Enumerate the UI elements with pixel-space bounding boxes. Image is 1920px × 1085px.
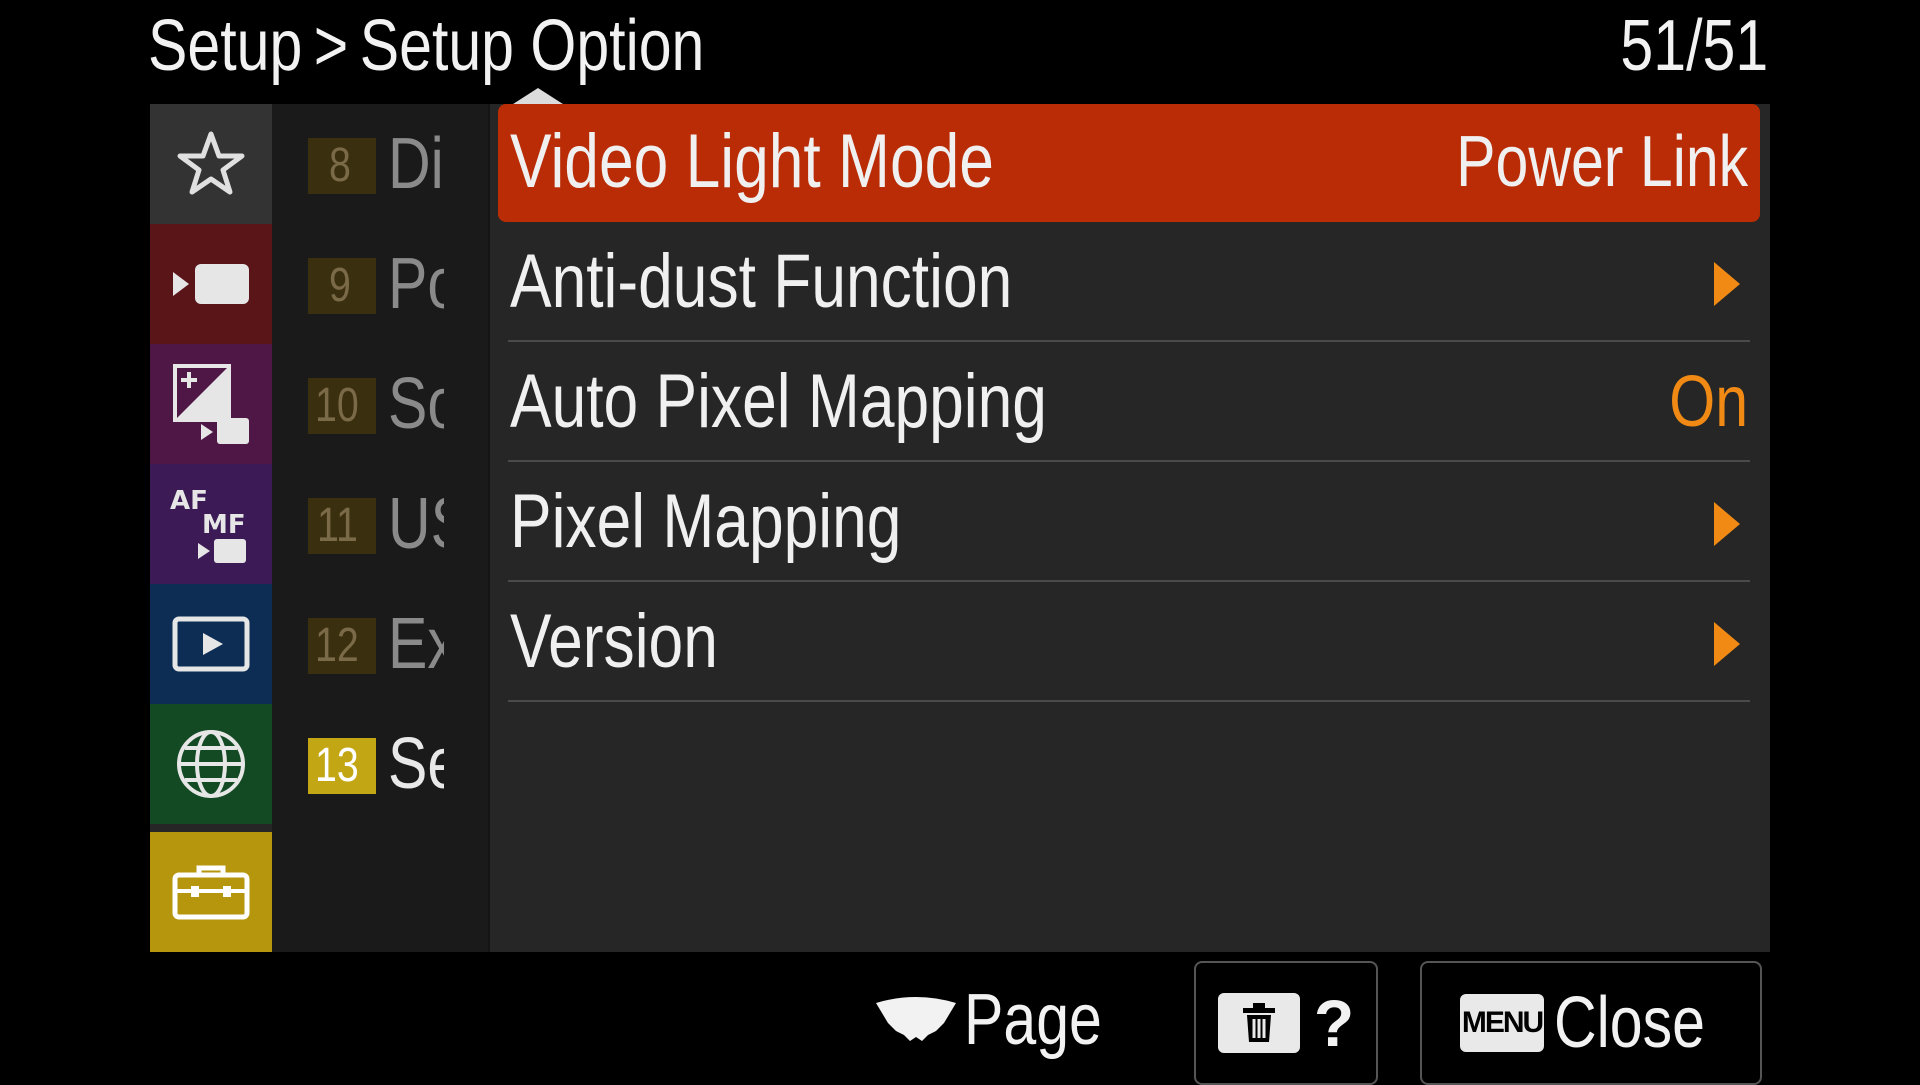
menu-item-video-light-mode[interactable]: Video Light Mode Power Link xyxy=(498,104,1760,222)
svg-text:MF: MF xyxy=(202,510,246,540)
page-number: 13 xyxy=(308,738,376,794)
page-number-text: 9 xyxy=(328,259,351,312)
trash-icon xyxy=(1242,1003,1275,1042)
page-label: Page xyxy=(964,980,1132,1060)
page-label-text: Page xyxy=(964,980,1102,1060)
breadcrumb: Setup > Setup Option xyxy=(148,6,827,86)
control-wheel-icon xyxy=(876,997,956,1041)
star-icon xyxy=(177,131,245,195)
tab-focus[interactable]: AF MF xyxy=(150,464,272,584)
item-value: On xyxy=(1652,362,1748,442)
footer: Page ? MENU Close xyxy=(0,955,1920,1085)
page-name: Ex xyxy=(388,608,444,680)
page-name: Po xyxy=(388,248,444,320)
row-divider xyxy=(508,580,1750,582)
page-number: 9 xyxy=(308,258,376,314)
item-label-text: Anti-dust Function xyxy=(510,239,1013,324)
breadcrumb-separator: > xyxy=(313,6,349,86)
chevron-right-icon xyxy=(1714,262,1740,306)
tab-movie-shooting[interactable] xyxy=(150,224,272,344)
toolbox-icon xyxy=(172,865,250,920)
tab-exposure-color[interactable] xyxy=(150,344,272,464)
menu-item-auto-pixel-mapping[interactable]: Auto Pixel Mapping On xyxy=(498,344,1760,462)
page-item-13[interactable]: 13 Se xyxy=(272,704,490,824)
page-number-text: 12 xyxy=(315,619,360,672)
breadcrumb-current: Setup Option xyxy=(359,6,705,86)
item-label: Pixel Mapping xyxy=(510,482,987,562)
item-label-text: Pixel Mapping xyxy=(510,479,902,564)
menu-item-anti-dust-function[interactable]: Anti-dust Function xyxy=(498,224,1760,342)
playback-icon xyxy=(172,616,250,672)
divider xyxy=(488,104,490,952)
close-label-text: Close xyxy=(1554,983,1705,1063)
item-label-text: Version xyxy=(510,599,718,684)
page-name-text: So xyxy=(388,368,444,440)
page-number-text: 8 xyxy=(328,139,351,192)
chevron-right-icon xyxy=(1714,622,1740,666)
page-item-8[interactable]: 8 Di xyxy=(272,104,490,224)
exposure-movie-icon xyxy=(173,364,249,444)
page-name-text: US xyxy=(388,488,444,560)
page-name-text: Po xyxy=(388,248,444,320)
page-list: 8 Di 9 Po 10 So 11 US 12 Ex 13 Se xyxy=(272,104,490,952)
page-counter-text: 51/51 xyxy=(1620,6,1768,86)
breadcrumb-parent: Setup xyxy=(148,6,303,86)
page-item-11[interactable]: 11 US xyxy=(272,464,490,584)
delete-help-button[interactable]: ? xyxy=(1194,961,1378,1085)
network-globe-icon xyxy=(177,730,245,798)
menu-key: MENU xyxy=(1460,994,1544,1052)
close-label: Close xyxy=(1554,983,1738,1063)
page-name: Di xyxy=(388,128,444,200)
page-name-text: Se xyxy=(388,728,444,800)
header: Setup > Setup Option 51/51 xyxy=(148,0,1768,106)
category-tabs: AF MF xyxy=(150,104,272,952)
trash-key xyxy=(1217,993,1300,1053)
tab-playback[interactable] xyxy=(150,584,272,704)
page-counter: 51/51 xyxy=(1588,6,1768,86)
page-item-12[interactable]: 12 Ex xyxy=(272,584,490,704)
item-label-text: Video Light Mode xyxy=(510,119,994,204)
tab-favorites[interactable] xyxy=(150,104,272,224)
item-value-text: On xyxy=(1669,362,1748,442)
page-number: 10 xyxy=(308,378,376,434)
row-divider xyxy=(508,700,1750,702)
page-number: 11 xyxy=(308,498,376,554)
row-divider xyxy=(508,340,1750,342)
menu-item-version[interactable]: Version xyxy=(498,584,1760,702)
movie-camera-icon xyxy=(173,264,249,304)
item-label: Auto Pixel Mapping xyxy=(510,362,1165,442)
help-icon: ? xyxy=(1313,986,1355,1060)
item-value-text: Power Link xyxy=(1455,122,1748,202)
page-name: US xyxy=(388,488,444,560)
page-item-9[interactable]: 9 Po xyxy=(272,224,490,344)
tab-network[interactable] xyxy=(150,704,272,824)
close-button[interactable]: MENU Close xyxy=(1420,961,1762,1085)
page-name: So xyxy=(388,368,444,440)
page-number: 8 xyxy=(308,138,376,194)
chevron-right-icon xyxy=(1714,502,1740,546)
page-number-text: 11 xyxy=(317,499,358,552)
page-name: Se xyxy=(388,728,444,800)
row-divider xyxy=(508,460,1750,462)
page-name-text: Ex xyxy=(388,608,444,680)
page-item-10[interactable]: 10 So xyxy=(272,344,490,464)
item-value: Power Link xyxy=(1392,122,1748,202)
menu-panel: AF MF 8 Di 9 P 10 S 11 U 12 E 13 S Video… xyxy=(150,104,1770,952)
page-number: 12 xyxy=(308,618,376,674)
item-label: Video Light Mode xyxy=(510,122,1100,202)
af-mf-movie-icon: AF MF xyxy=(170,486,246,563)
menu-item-pixel-mapping[interactable]: Pixel Mapping xyxy=(498,464,1760,582)
item-label-text: Auto Pixel Mapping xyxy=(510,359,1047,444)
item-label: Anti-dust Function xyxy=(510,242,1123,322)
page-name-text: Di xyxy=(388,128,444,200)
item-label: Version xyxy=(510,602,764,682)
page-hint: Page xyxy=(874,975,1132,1065)
tab-setup[interactable] xyxy=(150,832,272,952)
page-number-text: 10 xyxy=(315,379,360,432)
page-number-text: 13 xyxy=(315,739,360,792)
